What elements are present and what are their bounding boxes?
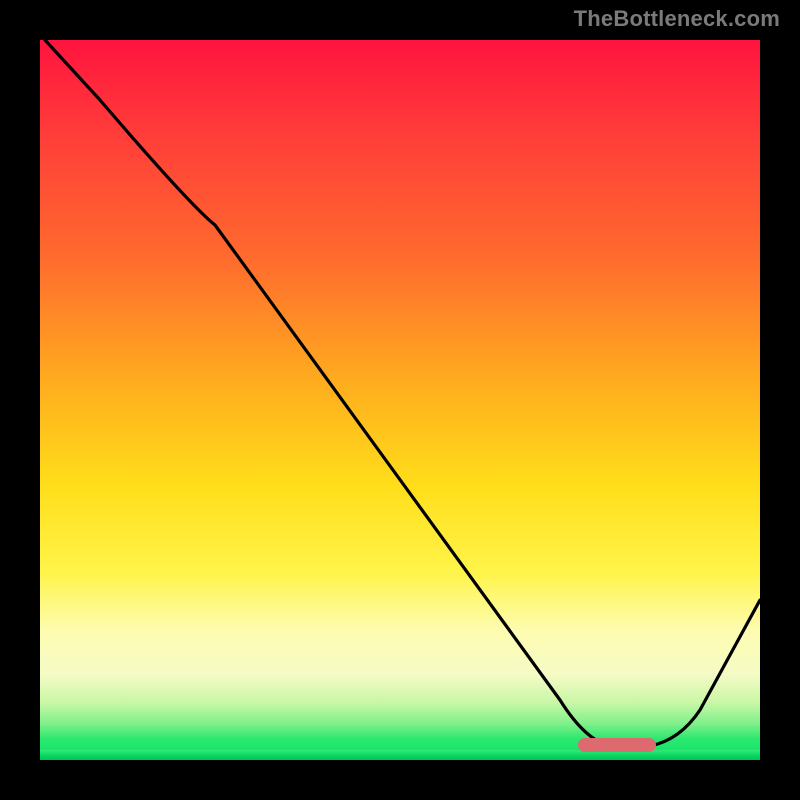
bottleneck-curve [40,40,760,760]
curve-path [45,40,760,746]
plot-frame [32,32,768,768]
plot-area [40,40,760,760]
optimal-range-marker [578,738,656,752]
watermark-text: TheBottleneck.com [574,6,780,32]
